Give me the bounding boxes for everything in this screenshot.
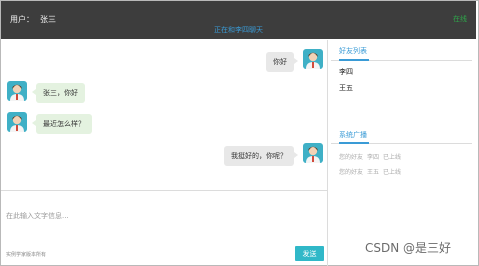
notice-name: 李四 [367, 154, 380, 161]
broadcast-heading: 系统广播 [339, 131, 367, 139]
message-bubble-self: 你好 [266, 52, 298, 72]
watermark: CSDN @是三好 [365, 241, 452, 255]
chat-title: 正在和李四聊天 [214, 26, 263, 34]
message-bubble-self: 我挺好的，你呢？ [224, 146, 298, 166]
notice-action: 已上线 [383, 154, 402, 161]
notice-prefix: 您的好友 [339, 154, 364, 161]
copyright-text: 实例学家版本所有 [6, 252, 47, 258]
user-avatar-icon [7, 112, 27, 132]
header-bar: 用户： 张三 在线 正在和李四聊天 [1, 1, 476, 39]
message-bubble-other: 张三，你好 [32, 83, 85, 103]
send-button[interactable]: 发送 [295, 246, 324, 261]
current-user: 用户： 张三 [10, 14, 62, 25]
broadcast-underline [331, 142, 472, 144]
notice-name: 王五 [367, 169, 380, 176]
user-avatar-icon [303, 49, 323, 69]
avatar [7, 81, 27, 101]
friends-list-heading: 好友列表 [339, 47, 367, 55]
online-status: 在线 [453, 15, 467, 23]
friends-list-underline [331, 59, 472, 61]
notice-action: 已上线 [383, 169, 402, 176]
user-name: 张三 [40, 15, 56, 24]
message-list[interactable]: 你好 张三，你好 最近怎么样？ 我挺好的，你呢？ [1, 40, 327, 190]
message-bubble-other: 最近怎么样？ [32, 114, 92, 134]
broadcast-notice: 您的好友 王五 已上线 [339, 167, 405, 176]
broadcast-notice: 您的好友 李四 已上线 [339, 152, 405, 161]
user-label-prefix: 用户： [10, 15, 34, 24]
user-avatar-icon [7, 81, 27, 101]
message-input[interactable] [6, 209, 306, 223]
notice-prefix: 您的好友 [339, 169, 364, 176]
friend-item[interactable]: 李四 [339, 67, 353, 77]
friend-item[interactable]: 王五 [339, 83, 353, 93]
composer: 实例学家版本所有 发送 [1, 191, 327, 265]
avatar [303, 143, 323, 163]
sidebar: 好友列表 李四 王五 系统广播 您的好友 李四 已上线 您的好友 王五 已上线 [328, 40, 476, 265]
avatar [7, 112, 27, 132]
user-avatar-icon [303, 143, 323, 163]
avatar [303, 49, 323, 69]
